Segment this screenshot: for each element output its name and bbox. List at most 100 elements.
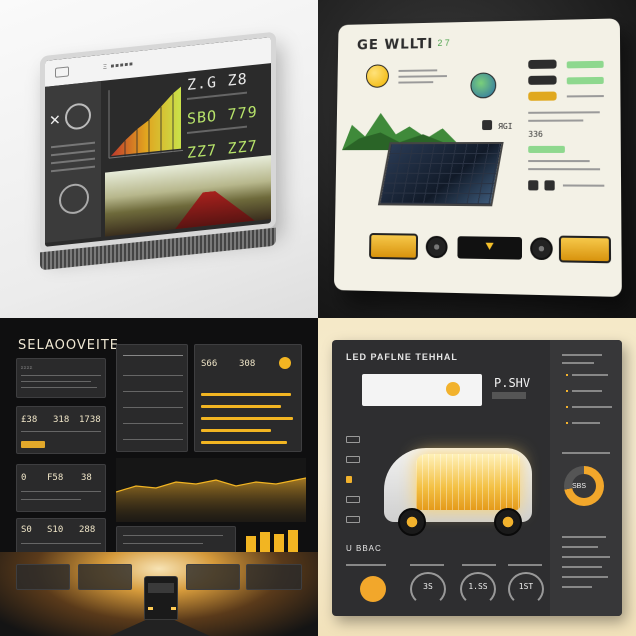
text-line	[123, 355, 183, 356]
text-line	[398, 81, 434, 84]
speed-dial: 1.SS	[460, 572, 496, 606]
text-line	[528, 160, 590, 163]
ring-value: SBS	[572, 483, 587, 490]
sun-icon	[365, 64, 390, 88]
sidebar-lines	[51, 141, 95, 179]
bottom-controls	[369, 231, 612, 276]
summary-card[interactable]: ΣΣΣΣ	[16, 358, 106, 398]
charge-indicator	[346, 476, 352, 483]
wheel-icon	[494, 508, 522, 536]
text-line	[562, 362, 594, 364]
metric-value: ЗЗ6	[528, 129, 543, 139]
text-line	[398, 69, 438, 72]
center-display	[457, 236, 523, 260]
control-knob[interactable]	[360, 576, 386, 602]
text-line	[123, 391, 183, 392]
dial-icon	[59, 182, 89, 216]
chart-card[interactable]: S66 308	[194, 344, 302, 452]
battery-icon[interactable]	[346, 456, 360, 463]
speaker-icon[interactable]	[530, 237, 553, 261]
text-line	[562, 536, 606, 538]
speed-dial: 1ST	[508, 572, 544, 606]
metric-value: 38	[81, 473, 92, 483]
toggle-button[interactable]	[528, 75, 557, 85]
stat-value: SBO	[187, 106, 218, 128]
stat-value: ZZ7	[187, 140, 218, 162]
table-card[interactable]	[116, 344, 188, 452]
dashboard-device-quadrant: Ξ ■■■■■ ✕ Z.G Z8 SBO 779 ZZ7 ZZ7	[0, 0, 318, 318]
speed-dial: 3S	[410, 572, 446, 606]
metric-value: £38	[21, 415, 38, 425]
status-pill	[566, 76, 604, 85]
text-line	[562, 576, 608, 578]
toggle-button[interactable]	[528, 91, 557, 101]
camera-icon[interactable]	[482, 120, 493, 131]
solar-dashboard-quadrant: GE WLLTI 2 7 ЯGI ЗЗ6	[318, 0, 636, 318]
battery-icon[interactable]	[346, 496, 360, 503]
overlay-card[interactable]	[186, 564, 240, 590]
progress-bar	[201, 393, 291, 396]
text-line	[21, 431, 101, 432]
metric-value: S10	[47, 525, 64, 535]
battery-icon	[369, 232, 419, 260]
battery-icon[interactable]	[346, 516, 360, 523]
text-line	[21, 387, 97, 388]
battery-icon[interactable]	[346, 436, 360, 443]
status-card[interactable]	[116, 526, 236, 554]
right-sidebar: SBS	[550, 340, 622, 616]
text-line	[562, 586, 592, 588]
page-title: SELAOOVEITE	[18, 338, 120, 353]
section-title: U BBAC	[346, 544, 382, 553]
progress-bar	[201, 429, 271, 432]
menu-label[interactable]: Ξ ■■■■■	[103, 62, 134, 71]
status-pill	[528, 145, 565, 153]
text-line	[562, 452, 610, 454]
dot-marker	[566, 422, 568, 424]
dial-value: 1ST	[518, 582, 534, 591]
overlay-card[interactable]	[78, 564, 132, 590]
chart-icon	[544, 180, 555, 191]
electric-car-image	[380, 434, 536, 544]
status-dot	[446, 382, 460, 396]
text-line	[398, 75, 447, 78]
overlay-card[interactable]	[16, 564, 70, 590]
speaker-icon[interactable]	[425, 235, 448, 259]
text-line	[562, 546, 598, 548]
text-line	[572, 422, 600, 424]
text-line	[566, 95, 604, 98]
dial-value: 3S	[423, 582, 433, 591]
chart-icon	[528, 180, 539, 191]
metric-value: S66	[201, 359, 218, 369]
metric-card[interactable]: £38 318 1738	[16, 406, 106, 454]
globe-icon	[470, 72, 497, 99]
text-line	[346, 564, 386, 566]
stat-value: 779	[227, 102, 258, 124]
camera-icon	[55, 66, 69, 78]
battery-icon	[558, 235, 612, 264]
glowing-battery-pack	[416, 454, 520, 510]
metric-value: 308	[239, 359, 256, 369]
road-landscape-image	[105, 154, 275, 237]
road-strip	[175, 187, 255, 229]
down-arrow-icon	[485, 242, 494, 251]
dot-marker	[566, 406, 568, 408]
text-line	[562, 566, 602, 568]
text-line	[123, 535, 223, 536]
toggle-button[interactable]	[528, 59, 557, 69]
dial-value: 1.SS	[468, 582, 488, 591]
solar-panel-image	[377, 141, 504, 207]
metric-card[interactable]: 0 F58 38	[16, 464, 106, 512]
progress-bar	[201, 405, 281, 408]
stat-value: ZZ7	[227, 136, 258, 158]
info-box[interactable]	[362, 374, 482, 406]
text-line	[562, 184, 605, 187]
tablet-device: Ξ ■■■■■ ✕ Z.G Z8 SBO 779 ZZ7 ZZ7	[40, 31, 276, 287]
text-line	[572, 406, 612, 408]
text-line	[123, 543, 203, 544]
text-line	[572, 374, 608, 376]
metric-value: 1738	[79, 415, 101, 425]
line-chart	[116, 458, 306, 522]
action-button[interactable]	[21, 441, 45, 448]
wave-icon: ✕	[49, 111, 61, 129]
overlay-card[interactable]	[246, 564, 302, 590]
